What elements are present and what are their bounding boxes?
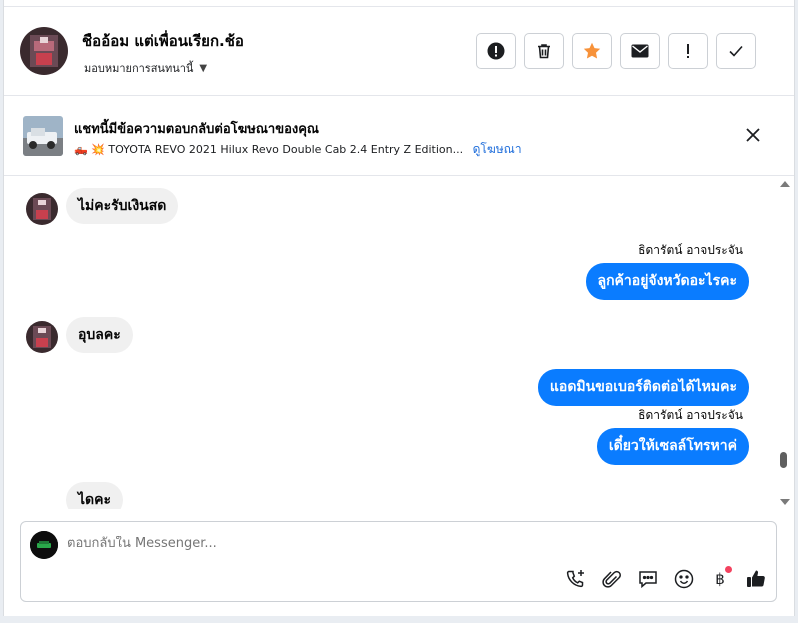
chat-bubble-icon (639, 571, 657, 589)
message-bubble-outgoing[interactable]: ลูกค้าอยู่จังหวัดอะไรคะ (585, 263, 749, 300)
follow-up-button[interactable] (668, 33, 708, 69)
like-button[interactable] (744, 567, 768, 591)
delete-button[interactable] (524, 33, 564, 69)
assign-conversation-dropdown[interactable]: มอบหมายการสนทนานี้ ▼ (84, 59, 207, 77)
message-thread[interactable]: ไม่คะรับเงินสด ธิดารัตน์ อาจประจัน ลูกค้… (4, 176, 774, 509)
add-call-icon (566, 570, 584, 588)
report-button[interactable] (476, 33, 516, 69)
contact-avatar[interactable] (20, 27, 68, 75)
ad-thumbnail (23, 116, 63, 156)
ad-banner-description: 🛻 💥 TOYOTA REVO 2021 Hilux Revo Double C… (74, 140, 522, 159)
composer-toolbar: ฿ (564, 566, 768, 591)
payment-button[interactable]: ฿ (708, 566, 732, 591)
ad-description-text: 🛻 💥 TOYOTA REVO 2021 Hilux Revo Double C… (74, 143, 464, 156)
contact-avatar-small (26, 321, 58, 353)
scrollbar-thumb[interactable] (780, 452, 787, 468)
emoji-button[interactable] (672, 567, 696, 591)
emoji-icon (674, 569, 694, 589)
reply-input[interactable] (67, 536, 667, 551)
message-bubble-incoming[interactable]: ไม่คะรับเงินสด (66, 188, 179, 224)
add-call-button[interactable] (564, 567, 588, 591)
message-bubble-incoming[interactable]: อุบลคะ (66, 317, 133, 353)
message-composer: ฿ (20, 521, 777, 602)
message-bubble-outgoing[interactable]: แอดมินขอเบอร์ติดต่อได้ไหมคะ (537, 369, 749, 406)
check-icon (729, 45, 743, 57)
thread-scrollbar[interactable] (775, 176, 795, 509)
scroll-up-arrow-icon[interactable] (780, 181, 790, 187)
contact-avatar-small (26, 193, 58, 225)
star-icon (583, 42, 601, 59)
mark-unread-button[interactable] (620, 33, 660, 69)
ad-reply-banner: แชทนี้มีข้อความตอบกลับต่อโฆษณาของคุณ 🛻 💥… (4, 96, 794, 176)
paperclip-icon (602, 570, 621, 588)
close-icon (746, 128, 760, 142)
attach-button[interactable] (600, 567, 624, 591)
header-actions (476, 33, 756, 69)
star-button[interactable] (572, 33, 612, 69)
view-ad-link[interactable]: ดูโฆษณา (473, 142, 522, 156)
scroll-down-arrow-icon[interactable] (780, 499, 790, 505)
close-banner-button[interactable] (744, 126, 762, 144)
notification-dot (725, 566, 732, 573)
message-sender-name: ธิดารัตน์ อาจประจัน (638, 408, 743, 422)
assign-label: มอบหมายการสนทนานี้ (84, 62, 194, 75)
mark-done-button[interactable] (716, 33, 756, 69)
conversation-header: ชืออ้อม แต่เพื่อนเรียก.ช้อ มอบหมายการสนท… (4, 7, 794, 96)
saved-replies-button[interactable] (636, 567, 660, 591)
report-icon (487, 42, 505, 60)
baht-icon: ฿ (715, 570, 725, 588)
conversation-panel: ชืออ้อม แต่เพื่อนเรียก.ช้อ มอบหมายการสนท… (3, 0, 795, 616)
message-sender-name: ธิดารัตน์ อาจประจัน (638, 243, 743, 257)
ad-banner-title: แชทนี้มีข้อความตอบกลับต่อโฆษณาของคุณ (74, 122, 319, 137)
page-avatar (30, 531, 58, 559)
thumbs-up-icon (747, 570, 765, 587)
caret-down-icon: ▼ (199, 62, 208, 74)
trash-icon (538, 44, 550, 59)
exclamation-icon (687, 44, 689, 58)
message-bubble-outgoing[interactable]: เดี๋ยวให้เซลล์โทรหาค่ (596, 428, 749, 465)
contact-name: ชืออ้อม แต่เพื่อนเรียก.ช้อ (82, 32, 244, 50)
message-bubble-incoming[interactable]: ไดคะ (66, 482, 124, 509)
envelope-icon (631, 44, 649, 58)
